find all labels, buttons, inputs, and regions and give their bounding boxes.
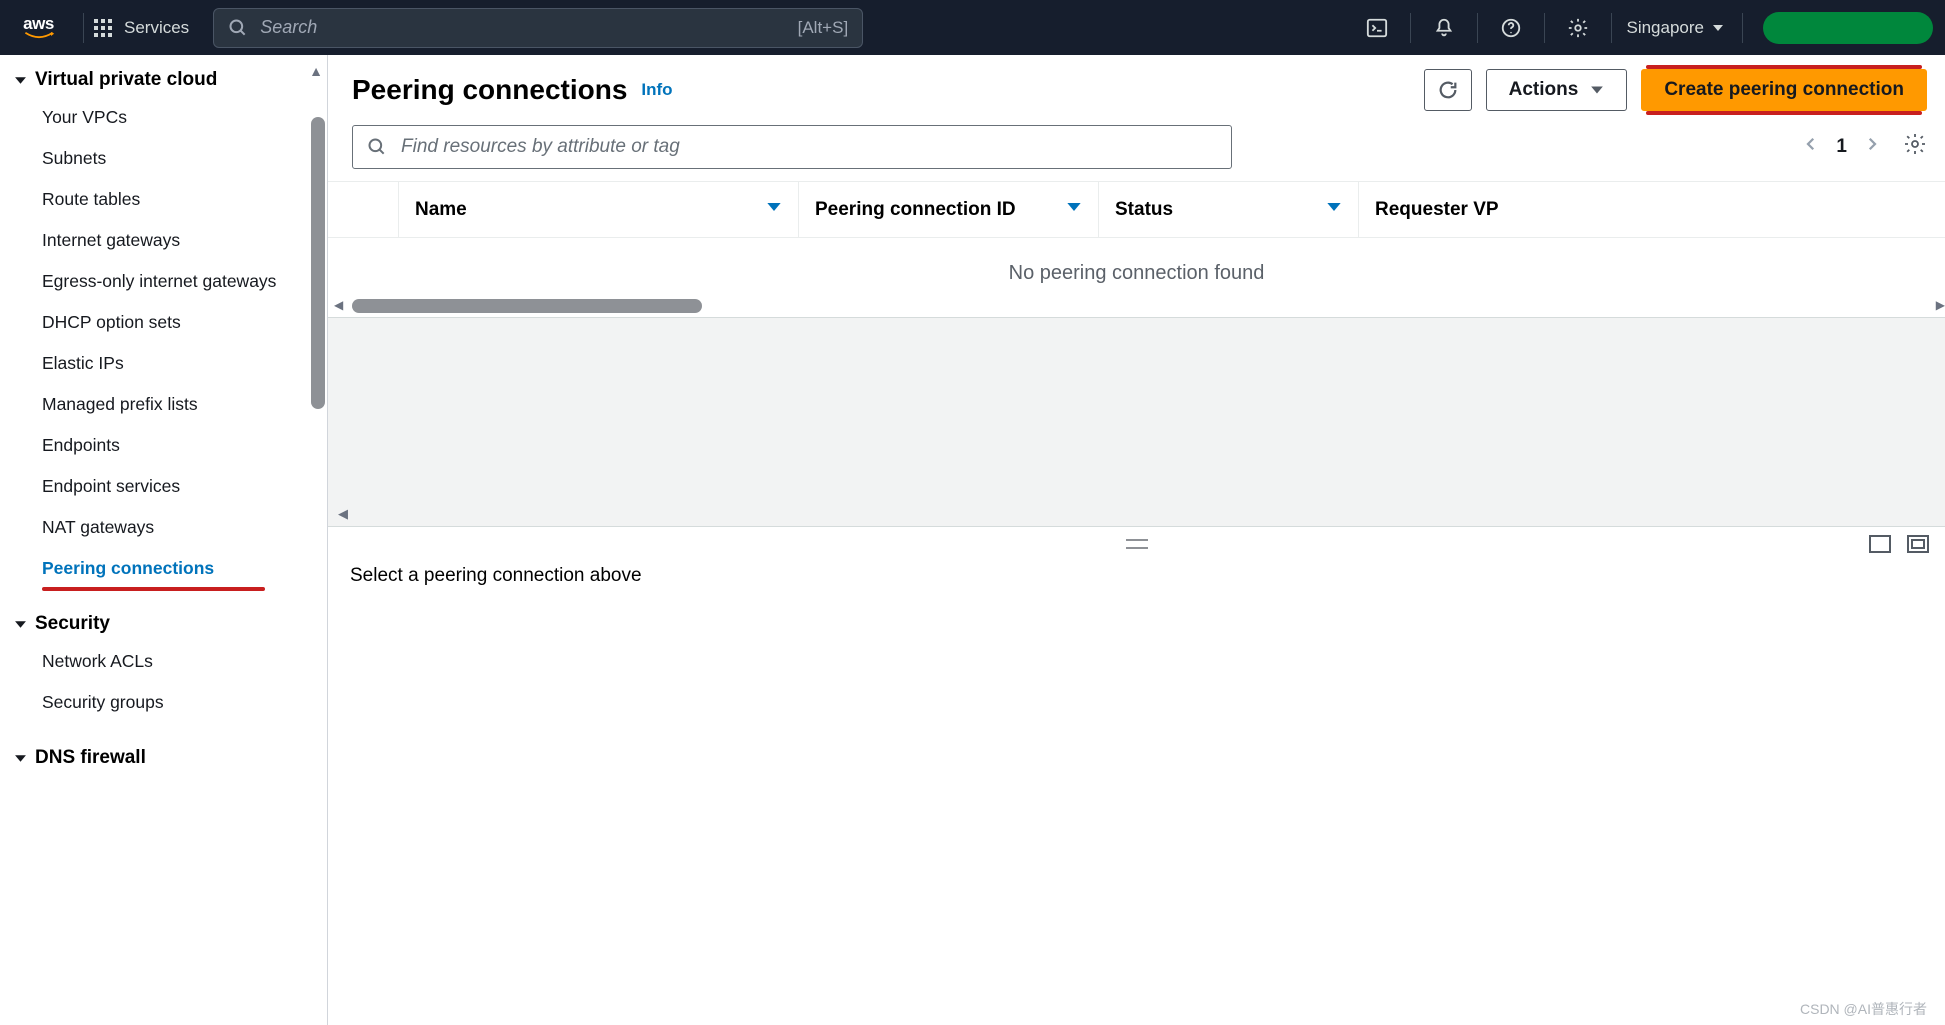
col-peering-id[interactable]: Peering connection ID — [798, 182, 1098, 237]
sidebar: ▲ Virtual private cloud Your VPCs Subnet… — [0, 55, 328, 1025]
settings-button[interactable] — [1555, 8, 1601, 48]
sidebar-item-subnets[interactable]: Subnets — [14, 140, 327, 177]
sidebar-item-nat-gateways[interactable]: NAT gateways — [14, 509, 327, 546]
cloudshell-button[interactable] — [1354, 8, 1400, 48]
region-selector[interactable]: Singapore — [1626, 18, 1724, 38]
h-scrollbar[interactable]: ◀ ▶ — [352, 299, 1927, 313]
empty-state: No peering connection found — [328, 238, 1945, 297]
pager-current: 1 — [1836, 136, 1847, 158]
caret-down-icon — [14, 752, 27, 765]
search-input[interactable] — [260, 17, 797, 38]
sidebar-section-security[interactable]: Security — [14, 609, 327, 643]
detail-panel: Select a peering connection above CSDN @… — [328, 527, 1945, 1025]
services-menu[interactable]: Services — [94, 18, 189, 38]
col-name[interactable]: Name — [398, 182, 798, 237]
sidebar-item-internet-gateways[interactable]: Internet gateways — [14, 222, 327, 259]
caret-down-icon — [1590, 83, 1604, 97]
table: Name Peering connection ID Status Reques… — [328, 181, 1945, 317]
pager: 1 — [1802, 132, 1927, 162]
sidebar-item-managed-prefix[interactable]: Managed prefix lists — [14, 386, 327, 423]
sidebar-item-network-acls[interactable]: Network ACLs — [14, 643, 327, 680]
caret-down-icon — [1712, 22, 1724, 34]
account-menu[interactable] — [1763, 12, 1933, 44]
sort-icon[interactable] — [766, 199, 782, 221]
sort-icon[interactable] — [1066, 199, 1082, 221]
filter-input-wrap[interactable] — [352, 125, 1232, 169]
watermark: CSDN @AI普惠行者 — [1800, 999, 1927, 1019]
resize-handle[interactable] — [1126, 539, 1148, 549]
search-icon — [367, 137, 387, 157]
search-shortcut: [Alt+S] — [798, 18, 849, 38]
pager-prev[interactable] — [1802, 135, 1820, 159]
refresh-icon — [1437, 79, 1459, 101]
sidebar-item-egress-gateways[interactable]: Egress-only internet gateways — [14, 263, 327, 300]
sidebar-item-elastic-ips[interactable]: Elastic IPs — [14, 345, 327, 382]
gear-icon — [1903, 132, 1927, 156]
sidebar-scrollbar[interactable] — [311, 117, 325, 409]
detail-empty-message: Select a peering connection above — [328, 527, 1945, 587]
scroll-left-icon[interactable]: ◀ — [334, 298, 343, 312]
sidebar-item-route-tables[interactable]: Route tables — [14, 181, 327, 218]
sidebar-section-vpc[interactable]: Virtual private cloud — [14, 65, 327, 99]
create-peering-button[interactable]: Create peering connection — [1641, 69, 1927, 111]
global-search[interactable]: [Alt+S] — [213, 8, 863, 48]
col-status[interactable]: Status — [1098, 182, 1358, 237]
nav-separator — [1611, 13, 1612, 43]
sidebar-collapse-icon[interactable]: ▲ — [309, 63, 323, 79]
sidebar-item-endpoint-services[interactable]: Endpoint services — [14, 468, 327, 505]
search-icon — [228, 18, 248, 38]
info-link[interactable]: Info — [641, 80, 672, 100]
split-gap: ◀ — [328, 317, 1945, 527]
layout-split-button[interactable] — [1907, 535, 1929, 553]
nav-separator — [1742, 13, 1743, 43]
sidebar-item-your-vpcs[interactable]: Your VPCs — [14, 99, 327, 136]
help-button[interactable] — [1488, 8, 1534, 48]
sidebar-item-peering-connections[interactable]: Peering connections — [14, 550, 327, 587]
sidebar-item-endpoints[interactable]: Endpoints — [14, 427, 327, 464]
global-nav: aws Services [Alt+S] Singapore — [0, 0, 1945, 55]
nav-separator — [1410, 13, 1411, 43]
create-label: Create peering connection — [1664, 79, 1904, 101]
scroll-right-icon[interactable]: ▶ — [1936, 298, 1945, 312]
layout-simple-button[interactable] — [1869, 535, 1891, 553]
aws-logo-text: aws — [23, 15, 54, 32]
filter-row: 1 — [328, 111, 1945, 181]
grid-icon — [94, 19, 112, 37]
scrollbar-thumb[interactable] — [352, 299, 702, 313]
col-requester[interactable]: Requester VP — [1358, 182, 1945, 237]
caret-down-icon — [14, 74, 27, 87]
notifications-button[interactable] — [1421, 8, 1467, 48]
actions-label: Actions — [1509, 79, 1579, 101]
aws-logo[interactable]: aws — [16, 14, 61, 42]
main-content: Peering connections Info Actions Create … — [328, 55, 1945, 1025]
section-label: Security — [35, 613, 110, 635]
smile-icon — [21, 32, 57, 40]
section-label: Virtual private cloud — [35, 69, 217, 91]
actions-button[interactable]: Actions — [1486, 69, 1628, 111]
region-label: Singapore — [1626, 18, 1704, 38]
sidebar-item-dhcp-option-sets[interactable]: DHCP option sets — [14, 304, 327, 341]
layout-switcher — [1869, 535, 1929, 553]
nav-separator — [83, 13, 84, 43]
nav-separator — [1544, 13, 1545, 43]
section-label: DNS firewall — [35, 747, 146, 769]
services-label: Services — [124, 18, 189, 38]
sidebar-section-dns-firewall[interactable]: DNS firewall — [14, 743, 327, 777]
sidebar-item-security-groups[interactable]: Security groups — [14, 684, 327, 721]
panel-collapse-icon[interactable]: ◀ — [338, 506, 348, 522]
page-header: Peering connections Info Actions Create … — [328, 55, 1945, 111]
nav-separator — [1477, 13, 1478, 43]
caret-down-icon — [14, 618, 27, 631]
col-select[interactable] — [328, 182, 398, 237]
refresh-button[interactable] — [1424, 69, 1472, 111]
pager-next[interactable] — [1863, 135, 1881, 159]
filter-input[interactable] — [401, 136, 1217, 158]
sort-icon[interactable] — [1326, 199, 1342, 221]
page-title: Peering connections — [352, 74, 627, 106]
table-settings-button[interactable] — [1903, 132, 1927, 162]
table-header: Name Peering connection ID Status Reques… — [328, 182, 1945, 238]
